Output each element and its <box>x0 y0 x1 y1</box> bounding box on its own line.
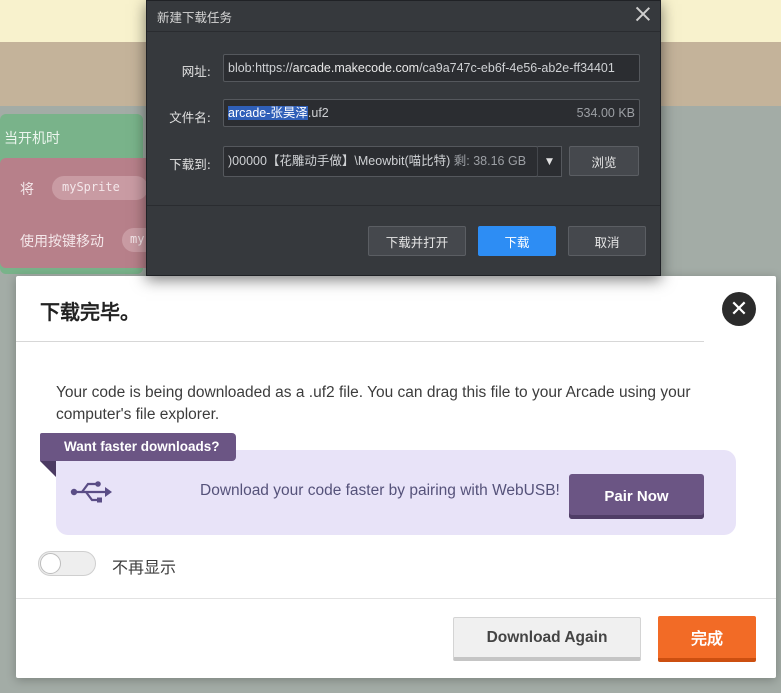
dont-show-toggle[interactable] <box>38 551 96 576</box>
url-label: 网址: <box>181 64 211 79</box>
faster-downloads-tag: Want faster downloads? <box>40 433 236 461</box>
move-with-buttons-label: 使用按键移动 <box>20 234 104 250</box>
dialog-title-divider <box>147 31 660 32</box>
usb-icon <box>70 481 112 503</box>
saveto-label: 下载到: <box>169 157 211 172</box>
dialog-title: 新建下载任务 <box>157 10 233 25</box>
toggle-knob <box>40 553 61 574</box>
new-download-dialog: 新建下载任务 网址: blob:https://arcade.makecode.… <box>146 0 661 276</box>
download-again-button[interactable]: Download Again <box>453 617 641 661</box>
sprite-variable-dropdown: mySprite <box>52 176 148 200</box>
url-path: /ca9a747c-eb6f-4e56-ab2e-ff34401 <box>419 61 615 75</box>
filename-selected-text: arcade-张昊泽 <box>228 106 308 120</box>
download-button[interactable]: 下载 <box>478 226 556 256</box>
url-prefix: blob:https:// <box>228 61 293 75</box>
on-start-label: 当开机时 <box>4 131 60 147</box>
saveto-field[interactable]: )00000【花雕动手做】\Meowbit(喵比特) 剩: 38.16 GB <box>223 146 538 177</box>
tag-fold <box>40 461 56 477</box>
url-host: arcade.makecode.com <box>292 61 420 75</box>
dialog-footer-divider <box>147 205 660 206</box>
webusb-description: Download your code faster by pairing wit… <box>200 482 560 499</box>
close-icon[interactable] <box>635 6 651 22</box>
saveto-dropdown-icon[interactable]: ▼ <box>537 146 562 177</box>
download-complete-modal: 下载完毕。 ✕ Your code is being downloaded as… <box>16 276 776 678</box>
browse-button[interactable]: 浏览 <box>569 146 639 176</box>
filename-extension: .uf2 <box>307 106 329 120</box>
dont-show-label: 不再显示 <box>112 558 177 577</box>
free-space: 剩: 38.16 GB <box>453 154 527 168</box>
pair-now-button[interactable]: Pair Now <box>569 474 704 519</box>
done-button[interactable]: 完成 <box>658 616 756 662</box>
cancel-button[interactable]: 取消 <box>568 226 646 256</box>
filename-field[interactable]: arcade-张昊泽.uf2 534.00 KB <box>223 99 640 127</box>
footer-divider <box>16 598 776 599</box>
modal-description: Your code is being downloaded as a .uf2 … <box>56 384 691 423</box>
download-and-open-button[interactable]: 下载并打开 <box>368 226 466 256</box>
set-label: 将 <box>20 182 34 198</box>
saveto-path: )00000【花雕动手做】\Meowbit(喵比特) <box>228 154 451 168</box>
close-circle-icon[interactable]: ✕ <box>722 292 756 326</box>
file-size: 534.00 KB <box>576 106 635 120</box>
modal-title: 下载完毕。 <box>40 300 140 324</box>
filename-label: 文件名: <box>169 110 211 125</box>
move-variable-name: my <box>130 232 145 246</box>
url-field[interactable]: blob:https://arcade.makecode.com/ca9a747… <box>223 54 640 82</box>
header-divider <box>16 341 704 342</box>
sprite-variable-name: mySprite <box>62 180 120 194</box>
